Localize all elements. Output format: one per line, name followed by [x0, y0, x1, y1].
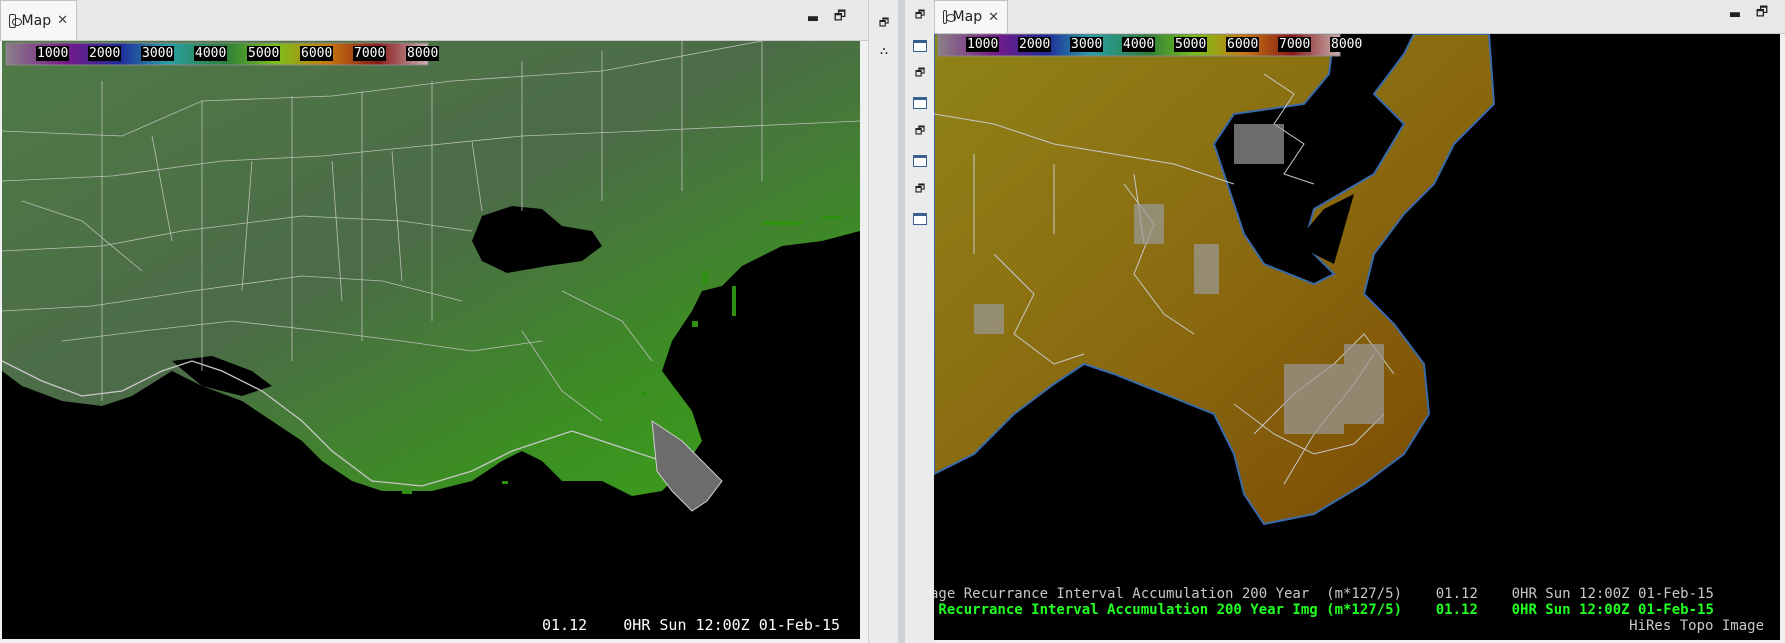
right-legend-label-4000: 4000: [1122, 37, 1156, 52]
side-restore-button-4[interactable]: 🗗: [911, 122, 929, 140]
side-window-button-2[interactable]: [911, 94, 929, 112]
right-side-toolbar: 🗗 🗗 🗗 🗗: [904, 0, 936, 643]
window-icon: [913, 97, 927, 109]
side-window-button-4[interactable]: [911, 210, 929, 228]
left-tab-label: Map: [21, 12, 52, 29]
left-map-canvas[interactable]: 1000 2000 3000 4000 5000 6000 7000 8000 …: [2, 41, 860, 639]
right-legend-label-5000: 5000: [1174, 37, 1208, 52]
left-legend-label-6000: 6000: [300, 46, 334, 61]
right-map-panel: Map ✕ ▬ 🗗 1000 2000 3000 4000 5000 6000 …: [934, 0, 1785, 643]
close-icon[interactable]: ✕: [57, 13, 68, 28]
right-map-canvas[interactable]: 1000 2000 3000 4000 5000 6000 7000 8000 …: [934, 34, 1780, 640]
side-restore-button-5[interactable]: 🗗: [911, 180, 929, 198]
right-legend-label-2000: 2000: [1018, 37, 1052, 52]
left-legend-label-8000: 8000: [406, 46, 440, 61]
right-map-tab[interactable]: Map ✕: [934, 0, 1008, 33]
left-map-tab[interactable]: Map ✕: [0, 0, 77, 40]
restore-icon: 🗗: [914, 65, 926, 79]
side-window-button-1[interactable]: [911, 37, 929, 55]
perspective-side-toolbar: 🗗 ⛬: [868, 0, 900, 643]
left-map-panel: Map ✕ ▬ 🗗 1000 2000 3000 4000 5000 6000 …: [0, 0, 868, 643]
window-icon: [913, 40, 927, 52]
right-legend-label-7000: 7000: [1278, 37, 1312, 52]
left-status-line: 01.12 0HR Sun 12:00Z 01-Feb-15: [541, 616, 840, 634]
close-icon[interactable]: ✕: [988, 10, 999, 25]
side-restore-button-2[interactable]: 🗗: [911, 6, 929, 24]
right-legend-label-6000: 6000: [1226, 37, 1260, 52]
minimize-icon[interactable]: ▬: [1725, 4, 1745, 24]
restore-icon[interactable]: 🗗: [1752, 4, 1772, 24]
left-tab-bar: Map ✕ ▬ 🗗: [0, 0, 868, 41]
right-tab-bar: Map ✕ ▬ 🗗: [934, 0, 1785, 34]
left-land-area: [2, 41, 860, 496]
left-legend-label-2000: 2000: [88, 46, 122, 61]
restore-icon: 🗗: [914, 7, 926, 21]
right-tab-label: Map: [952, 9, 983, 25]
side-restore-button-1[interactable]: 🗗: [875, 14, 893, 32]
side-restore-button-3[interactable]: 🗗: [911, 64, 929, 82]
right-legend-label-1000: 1000: [966, 37, 1000, 52]
side-tree-button[interactable]: ⛬: [875, 42, 893, 60]
product-line-2: Recurrance Interval Accumulation 200 Yea…: [934, 602, 1714, 618]
right-map-graphic: [934, 34, 1496, 526]
window-icon: [913, 213, 927, 225]
restore-icon: 🗗: [914, 123, 926, 137]
product-line-1: age Recurrance Interval Accumulation 200…: [934, 586, 1714, 602]
side-window-button-3[interactable]: [911, 152, 929, 170]
right-legend-label-8000: 8000: [1330, 37, 1364, 52]
minimize-icon[interactable]: ▬: [803, 8, 823, 28]
left-map-graphic: [2, 41, 860, 512]
window-icon: [913, 155, 927, 167]
left-legend-label-7000: 7000: [353, 46, 387, 61]
tree-icon: ⛬: [880, 44, 888, 57]
left-legend-label-4000: 4000: [194, 46, 228, 61]
right-legend-label-3000: 3000: [1070, 37, 1104, 52]
map-window-icon: [943, 10, 955, 24]
map-window-icon: [9, 13, 22, 28]
left-legend-label-5000: 5000: [247, 46, 281, 61]
product-line-3: HiRes Topo Image: [1629, 618, 1764, 634]
left-legend-label-1000: 1000: [36, 46, 70, 61]
restore-icon[interactable]: 🗗: [830, 8, 850, 28]
restore-icon: 🗗: [878, 15, 890, 29]
left-legend-label-3000: 3000: [141, 46, 175, 61]
restore-icon: 🗗: [914, 181, 926, 195]
